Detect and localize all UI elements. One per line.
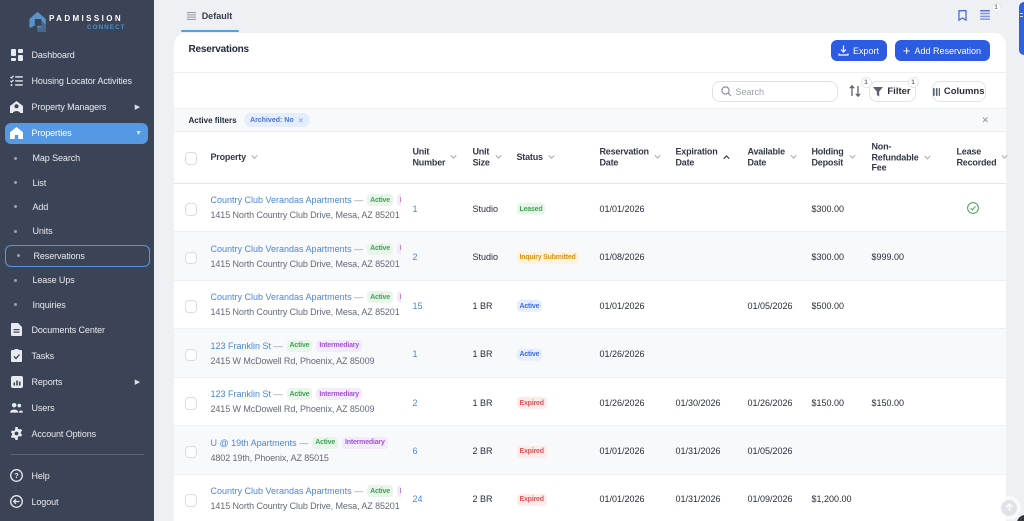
svg-text:?: ?: [14, 472, 19, 481]
